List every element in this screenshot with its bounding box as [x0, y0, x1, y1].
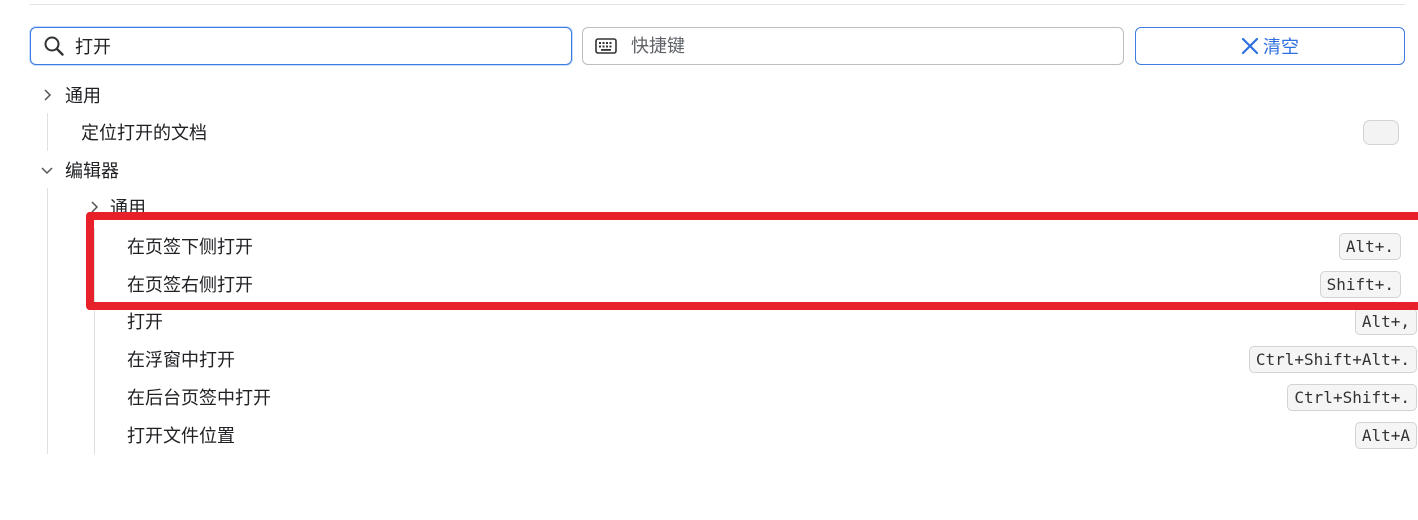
shortcut-key[interactable]: Ctrl+Shift+. — [1287, 383, 1417, 411]
shortcut-row[interactable]: 打开 Alt+, — [127, 306, 1418, 336]
shortcut-key[interactable]: Ctrl+Shift+Alt+. — [1248, 345, 1417, 373]
shortcut-input[interactable] — [631, 35, 1123, 57]
keyboard-icon — [595, 38, 617, 54]
tree-guide-line — [47, 113, 48, 151]
search-field[interactable] — [30, 27, 572, 65]
setting-label: 定位打开的文档 — [81, 123, 207, 144]
toggle-switch[interactable] — [1363, 119, 1399, 145]
shortcut-key[interactable]: Alt+A — [1354, 421, 1417, 449]
shortcut-row[interactable]: 在浮窗中打开 Ctrl+Shift+Alt+. — [127, 344, 1418, 374]
shortcut-row[interactable]: 在页签下侧打开 Alt+. — [127, 231, 1418, 261]
shortcut-row[interactable]: 在后台页签中打开 Ctrl+Shift+. — [127, 382, 1418, 412]
shortcut-row-label: 打开文件位置 — [127, 426, 235, 447]
shortcut-row-label: 打开 — [127, 312, 163, 333]
chevron-right-icon — [87, 200, 101, 214]
shortcut-row[interactable]: 在页签右侧打开 Shift+. — [127, 269, 1418, 299]
top-divider — [30, 4, 1405, 5]
tree-guide-line — [94, 228, 95, 454]
shortcut-row-label: 在后台页签中打开 — [127, 388, 271, 409]
setting-row-locate-open-document: 定位打开的文档 — [81, 117, 1405, 147]
close-icon — [1241, 37, 1259, 55]
tree-group-label: 编辑器 — [65, 161, 119, 182]
tree-group-editor[interactable]: 编辑器 — [40, 155, 1405, 185]
shortcut-key[interactable]: Alt+, — [1354, 307, 1417, 335]
shortcut-key[interactable]: Alt+. — [1338, 232, 1401, 260]
tree-group-editor-general[interactable]: 通用 — [87, 192, 1418, 222]
search-input[interactable] — [75, 35, 571, 57]
shortcut-row[interactable]: 打开文件位置 Alt+A — [127, 420, 1418, 450]
tree-group-label: 通用 — [110, 198, 146, 219]
shortcut-row-label: 在浮窗中打开 — [127, 350, 235, 371]
tree-group-general[interactable]: 通用 — [40, 80, 1405, 110]
tree-guide-line — [47, 188, 48, 454]
shortcut-row-label: 在页签下侧打开 — [127, 237, 253, 258]
tree-group-label: 通用 — [65, 86, 101, 107]
shortcut-key[interactable]: Shift+. — [1319, 270, 1401, 298]
shortcut-field[interactable] — [582, 27, 1124, 65]
chevron-right-icon — [40, 88, 54, 102]
shortcut-row-label: 在页签右侧打开 — [127, 275, 253, 296]
search-icon — [43, 35, 65, 57]
clear-button-label: 清空 — [1263, 37, 1299, 58]
clear-button[interactable]: 清空 — [1135, 27, 1405, 65]
chevron-down-icon — [40, 163, 54, 177]
